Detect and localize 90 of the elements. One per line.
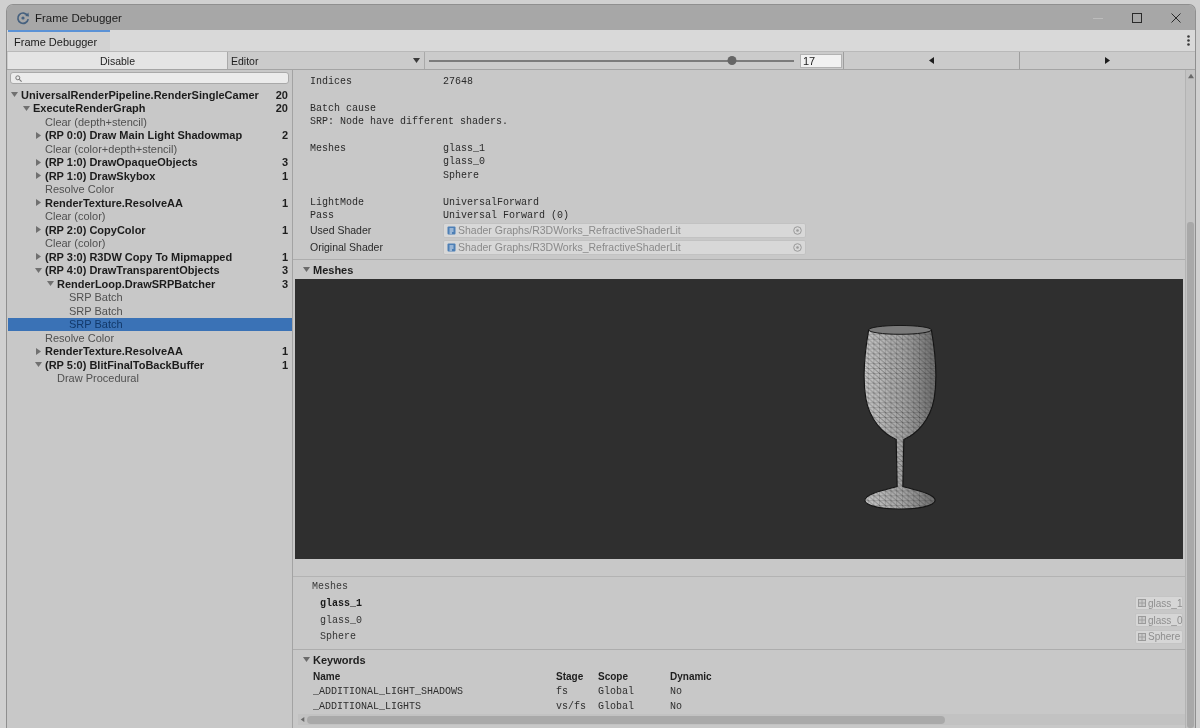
- file-icon: [447, 243, 456, 253]
- event-count: 3: [281, 277, 288, 290]
- table-cell-text: No: [670, 700, 682, 714]
- slider-thumb[interactable]: [727, 56, 737, 65]
- scrollbar-thumb[interactable]: [1187, 222, 1194, 728]
- property-value: SRP: Node have different shaders.: [310, 115, 509, 129]
- tree-item[interactable]: (RP 5:0) BlitFinalToBackBuffer 1: [8, 358, 292, 372]
- property-label: Pass: [310, 209, 334, 223]
- event-count: 1: [281, 169, 288, 182]
- grid-icon: [1138, 616, 1146, 625]
- column-header: Stage: [556, 670, 584, 684]
- property-label: Meshes: [310, 142, 346, 156]
- property-value: 27648: [443, 75, 473, 89]
- close-icon: [1170, 12, 1181, 23]
- property-label: LightMode: [310, 195, 364, 209]
- target-dropdown[interactable]: Editor: [228, 52, 425, 69]
- mesh-name[interactable]: Sphere: [320, 631, 356, 643]
- search-icon: [15, 74, 22, 82]
- event-count: 20: [275, 102, 288, 115]
- property-label: Used Shader: [310, 224, 372, 238]
- tree-item[interactable]: RenderLoop.DrawSRPBatcher 3: [8, 277, 292, 291]
- caret-right-icon: [1104, 57, 1111, 64]
- property-value: glass_1: [443, 142, 485, 156]
- vertical-scrollbar[interactable]: [1185, 70, 1195, 728]
- column-header: Scope: [598, 670, 628, 684]
- event-count: 20: [275, 88, 288, 101]
- table-cell-text: fs: [556, 685, 568, 699]
- tree-item[interactable]: (RP 1:0) DrawSkybox 1: [8, 169, 292, 183]
- grid-icon: [1138, 599, 1146, 608]
- table-cell-text: vs/fs: [556, 700, 586, 714]
- list-label: Meshes: [311, 580, 349, 594]
- tree-item[interactable]: Clear (color): [8, 209, 292, 223]
- search-field[interactable]: [10, 72, 289, 84]
- caret-down-icon: [413, 57, 420, 64]
- event-count: 1: [281, 345, 288, 358]
- table-cell-text: Global: [598, 685, 634, 699]
- property-label: Indices: [310, 75, 352, 89]
- event-count: 1: [281, 196, 288, 209]
- mesh-name[interactable]: glass_1: [320, 597, 362, 609]
- foldout-header[interactable]: Keywords: [293, 650, 1185, 669]
- tree-item[interactable]: (RP 3:0) R3DW Copy To Mipmapped 1: [8, 250, 292, 264]
- window-title: Frame Debugger: [35, 11, 122, 24]
- circular-arrow-icon: [16, 10, 30, 25]
- grid-icon: [1138, 632, 1146, 641]
- caret-up-icon: [1187, 73, 1194, 79]
- tree-item[interactable]: SRP Batch: [8, 304, 292, 318]
- column-header: Dynamic: [670, 670, 712, 684]
- tree-item[interactable]: (RP 2:0) CopyColor 1: [8, 223, 292, 237]
- tree-item[interactable]: Clear (depth+stencil): [8, 115, 292, 129]
- event-count: 3: [281, 156, 288, 169]
- property-value: Sphere: [443, 168, 479, 183]
- mesh-name[interactable]: glass_0: [320, 614, 362, 626]
- table-cell-text: Global: [598, 700, 634, 714]
- window-tab[interactable]: Frame Debugger: [8, 30, 110, 51]
- property-value: UniversalForward: [443, 195, 539, 209]
- caret-left-icon: [928, 57, 935, 64]
- tree-item[interactable]: RenderTexture.ResolveAA 1: [8, 344, 292, 358]
- tree-item[interactable]: Resolve Color: [8, 182, 292, 196]
- property-value: Universal Forward (0): [443, 209, 570, 223]
- tree-item[interactable]: (RP 4:0) DrawTransparentObjects 3: [8, 263, 292, 277]
- tree-item[interactable]: (RP 0:0) Draw Main Light Shadowmap 2: [8, 128, 292, 142]
- event-count: 1: [281, 358, 288, 371]
- more-options-icon[interactable]: [1186, 35, 1190, 46]
- event-count: 2: [281, 129, 288, 142]
- tree-item[interactable]: UniversalRenderPipeline.RenderSingleCamer 20: [8, 88, 292, 102]
- tree-item[interactable]: SRP Batch: [8, 290, 292, 304]
- column-header: Name: [313, 670, 341, 684]
- maximize-icon: [1131, 12, 1142, 23]
- tree-item[interactable]: ExecuteRenderGraph 20: [8, 101, 292, 115]
- event-number-field[interactable]: 17: [800, 54, 842, 68]
- event-count: 3: [281, 264, 288, 277]
- tree-item[interactable]: Clear (color+depth+stencil): [8, 142, 292, 156]
- table-cell-text: No: [670, 685, 682, 699]
- scrollbar-thumb[interactable]: [307, 715, 945, 724]
- table-cell-text: _ADDITIONAL_LIGHTS: [313, 700, 422, 714]
- disable-button[interactable]: Disable: [8, 52, 228, 69]
- property-label: Original Shader: [310, 241, 383, 255]
- event-count: 1: [281, 223, 288, 236]
- tree-item[interactable]: RenderTexture.ResolveAA 1: [8, 196, 292, 210]
- tree-item[interactable]: Draw Procedural: [8, 371, 292, 385]
- tree-item[interactable]: Clear (color): [8, 236, 292, 250]
- horizontal-scrollbar[interactable]: [298, 714, 1185, 725]
- tree-item[interactable]: (RP 1:0) DrawOpaqueObjects 3: [8, 155, 292, 169]
- file-icon: [447, 226, 456, 236]
- table-cell-text: _ADDITIONAL_LIGHT_SHADOWS: [313, 685, 464, 699]
- property-value: glass_0: [443, 155, 485, 169]
- property-label: Batch cause: [310, 101, 376, 116]
- tree-item[interactable]: Resolve Color: [8, 331, 292, 345]
- event-count: 1: [281, 250, 288, 263]
- caret-left-icon: [300, 717, 305, 722]
